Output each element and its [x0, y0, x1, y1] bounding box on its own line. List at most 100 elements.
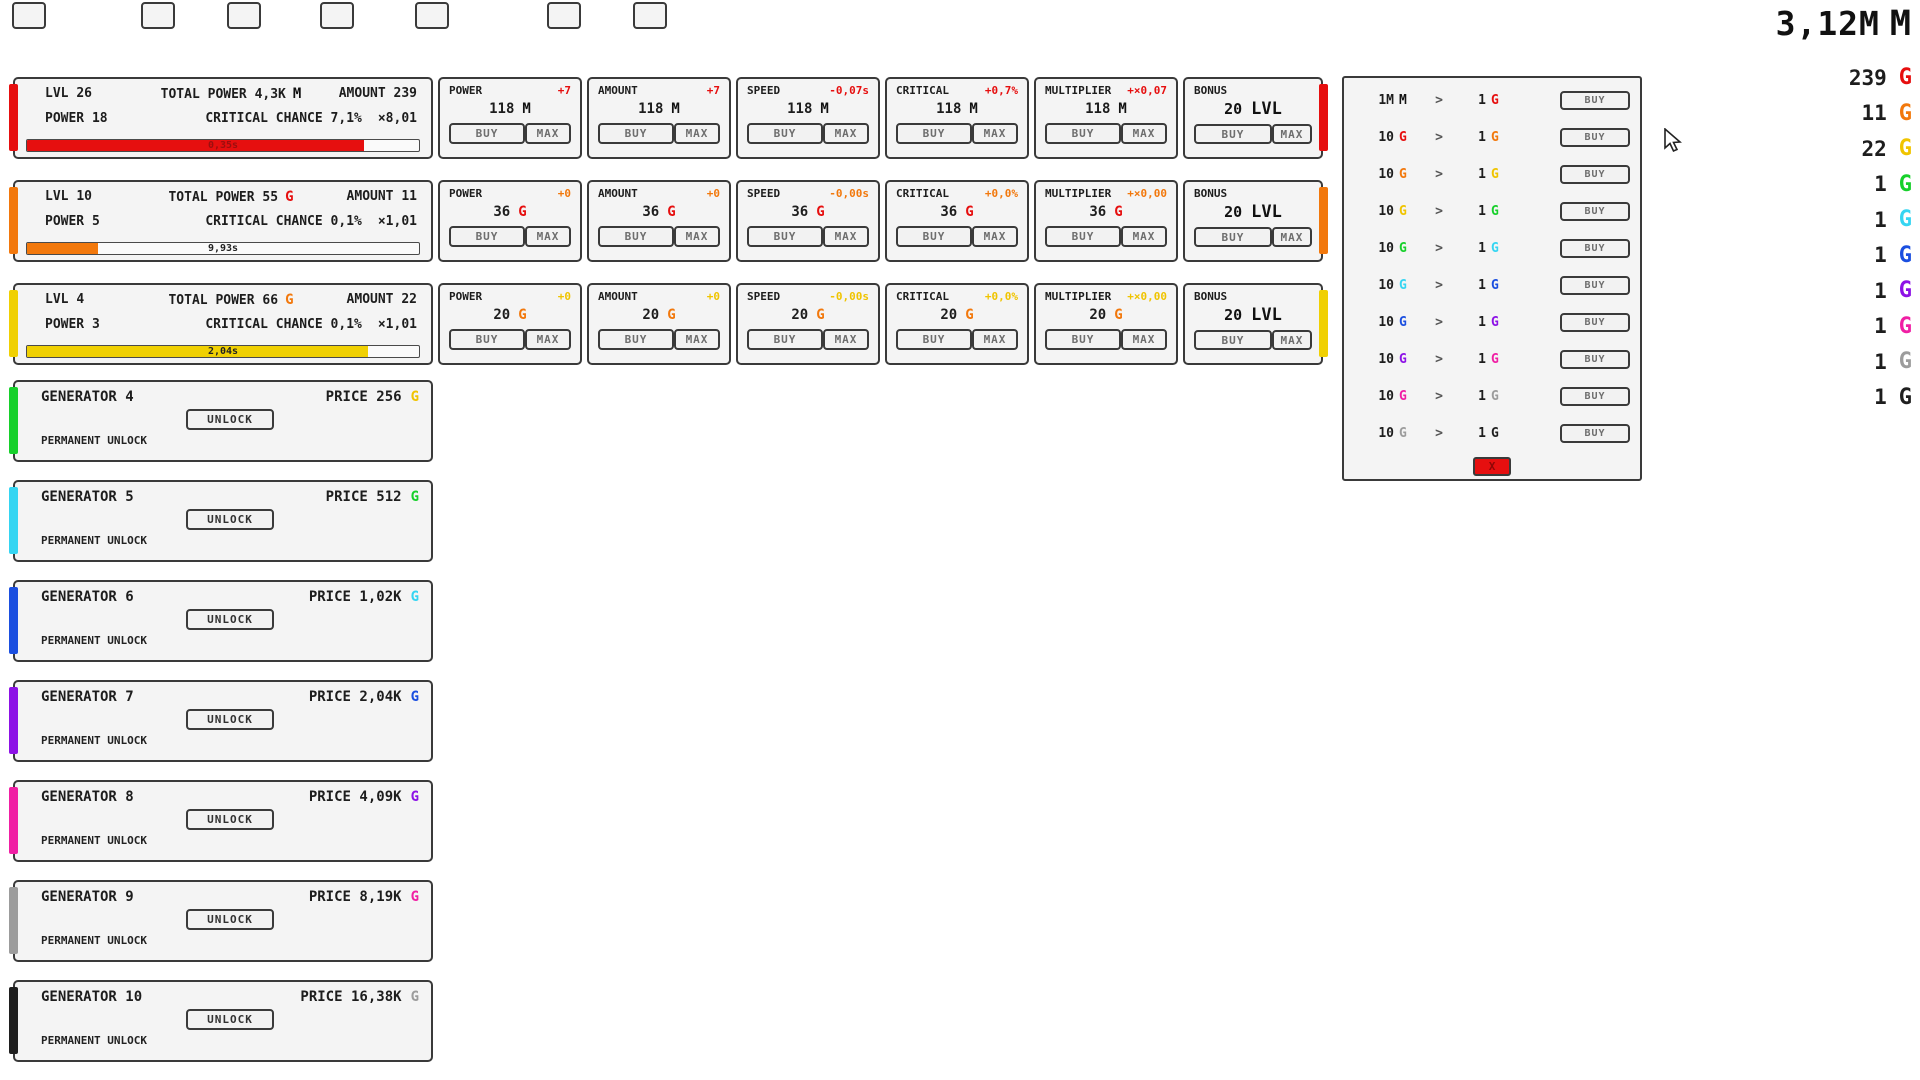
currency-glyph: G — [411, 989, 419, 1005]
upgrade-buy-button[interactable]: BUY — [896, 329, 972, 350]
convert-buy-button[interactable]: BUY — [1560, 91, 1630, 110]
upgrade-max-button[interactable]: MAX — [525, 226, 571, 247]
upgrade-max-button[interactable]: MAX — [1121, 226, 1167, 247]
upgrade-cost: 20G — [1045, 307, 1167, 323]
upgrade-max-button[interactable]: MAX — [1121, 123, 1167, 144]
permanent-unlock-note: PERMANENT UNLOCK — [41, 634, 419, 647]
upgrade-max-button[interactable]: MAX — [823, 329, 869, 350]
upgrade-max-button[interactable]: MAX — [972, 329, 1018, 350]
upgrade-buy-button[interactable]: BUY — [896, 226, 972, 247]
convert-buy-button[interactable]: BUY — [1560, 387, 1630, 406]
wallet-currency-row: 1 G — [1849, 380, 1912, 416]
generator-card: LVL 26 TOTAL POWER 4,3KM AMOUNT 239 POWE… — [13, 77, 433, 159]
topbar-button-global[interactable] — [415, 2, 449, 29]
upgrade-increment: +0,0% — [985, 187, 1018, 200]
upgrade-card: CRITICAL +0,0% 36G BUY MAX — [885, 180, 1029, 262]
convert-buy-button[interactable]: BUY — [1560, 239, 1630, 258]
unlock-button[interactable]: UNLOCK — [186, 809, 274, 830]
topbar-button-menu[interactable] — [12, 2, 46, 29]
generator-color-stripe — [9, 290, 18, 357]
upgrade-cost: 118M — [598, 101, 720, 117]
unlock-button[interactable]: UNLOCK — [186, 1009, 274, 1030]
upgrade-increment: +7 — [707, 84, 720, 97]
upgrade-max-button[interactable]: MAX — [674, 226, 720, 247]
upgrade-buy-button[interactable]: BUY — [1045, 329, 1121, 350]
currency-glyph: M — [1118, 101, 1126, 117]
bonus-max-button[interactable]: MAX — [1272, 124, 1312, 144]
upgrade-card: CRITICAL +0,0% 20G BUY MAX — [885, 283, 1029, 365]
unlock-price: PRICE 1,02KG — [309, 589, 419, 605]
upgrade-max-button[interactable]: MAX — [674, 329, 720, 350]
convert-buy-button[interactable]: BUY — [1560, 202, 1630, 221]
upgrade-max-button[interactable]: MAX — [823, 226, 869, 247]
topbar-button-convert[interactable] — [227, 2, 261, 29]
upgrade-max-button[interactable]: MAX — [525, 123, 571, 144]
upgrade-max-button[interactable]: MAX — [823, 123, 869, 144]
unlock-button[interactable]: UNLOCK — [186, 609, 274, 630]
currency-glyph: G — [1486, 426, 1510, 441]
upgrade-cost: 36G — [598, 204, 720, 220]
unlock-button[interactable]: UNLOCK — [186, 909, 274, 930]
mouse-cursor-icon — [1663, 128, 1685, 154]
upgrade-max-button[interactable]: MAX — [674, 123, 720, 144]
upgrade-max-button[interactable]: MAX — [1121, 329, 1167, 350]
convert-buy-button[interactable]: BUY — [1560, 128, 1630, 147]
permanent-unlock-note: PERMANENT UNLOCK — [41, 534, 419, 547]
upgrade-buy-button[interactable]: BUY — [747, 329, 823, 350]
upgrade-buy-button[interactable]: BUY — [896, 123, 972, 144]
upgrade-name: POWER — [449, 290, 482, 303]
generator-progress-bar: 2,04s — [26, 345, 420, 358]
currency-glyph: M — [969, 101, 977, 117]
topbar-button-stats[interactable] — [141, 2, 175, 29]
currency-glyph: G — [1899, 172, 1912, 197]
wallet-currency-amount: 1 — [1874, 208, 1887, 232]
unlock-button[interactable]: UNLOCK — [186, 709, 274, 730]
unlock-generator-name: GENERATOR 9 — [41, 889, 134, 905]
upgrade-buy-button[interactable]: BUY — [598, 329, 674, 350]
upgrade-buy-button[interactable]: BUY — [747, 123, 823, 144]
convert-buy-button[interactable]: BUY — [1560, 424, 1630, 443]
bonus-max-button[interactable]: MAX — [1272, 330, 1312, 350]
upgrade-buy-button[interactable]: BUY — [449, 226, 525, 247]
topbar-button-goals[interactable] — [320, 2, 354, 29]
bonus-buy-button[interactable]: BUY — [1194, 330, 1272, 350]
currency-glyph: G — [1899, 207, 1912, 232]
upgrade-name: AMOUNT — [598, 84, 638, 97]
upgrade-buy-button[interactable]: BUY — [598, 123, 674, 144]
bonus-max-button[interactable]: MAX — [1272, 227, 1312, 247]
currency-glyph: G — [1486, 315, 1510, 330]
upgrade-card: SPEED -0,00s 36G BUY MAX — [736, 180, 880, 262]
close-button[interactable]: X — [1473, 457, 1511, 476]
permanent-unlock-note: PERMANENT UNLOCK — [41, 1034, 419, 1047]
upgrade-buy-button[interactable]: BUY — [1045, 123, 1121, 144]
convert-buy-button[interactable]: BUY — [1560, 313, 1630, 332]
upgrade-max-button[interactable]: MAX — [972, 123, 1018, 144]
convert-from-amount: 1M — [1350, 93, 1394, 108]
convert-panel: 1M M > 1 G BUY 10 G > 1 G BUY 10 G > 1 G… — [1342, 76, 1642, 481]
unlock-button[interactable]: UNLOCK — [186, 509, 274, 530]
convert-buy-button[interactable]: BUY — [1560, 350, 1630, 369]
upgrade-buy-button[interactable]: BUY — [1045, 226, 1121, 247]
topbar-button-rank[interactable] — [547, 2, 581, 29]
convert-buy-button[interactable]: BUY — [1560, 276, 1630, 295]
convert-buy-button[interactable]: BUY — [1560, 165, 1630, 184]
wallet-currency-amount: 22 — [1861, 137, 1886, 161]
upgrade-cost: 20G — [747, 307, 869, 323]
upgrade-buy-button[interactable]: BUY — [449, 329, 525, 350]
currency-glyph: G — [411, 689, 419, 705]
wallet-currency-amount: 1 — [1874, 172, 1887, 196]
generator-amount: AMOUNT 239 — [339, 86, 417, 101]
bonus-buy-button[interactable]: BUY — [1194, 124, 1272, 144]
generator-progress-time: 0,35s — [27, 140, 419, 152]
bonus-buy-button[interactable]: BUY — [1194, 227, 1272, 247]
upgrade-max-button[interactable]: MAX — [525, 329, 571, 350]
unlock-button[interactable]: UNLOCK — [186, 409, 274, 430]
upgrade-buy-button[interactable]: BUY — [449, 123, 525, 144]
generator-color-stripe — [9, 487, 18, 554]
upgrade-max-button[interactable]: MAX — [972, 226, 1018, 247]
upgrade-buy-button[interactable]: BUY — [747, 226, 823, 247]
topbar-button-help[interactable] — [633, 2, 667, 29]
generator-progress-time: 9,93s — [27, 243, 419, 255]
generator-unlock-card: GENERATOR 4 PRICE 256G UNLOCK PERMANENT … — [13, 380, 433, 462]
upgrade-buy-button[interactable]: BUY — [598, 226, 674, 247]
